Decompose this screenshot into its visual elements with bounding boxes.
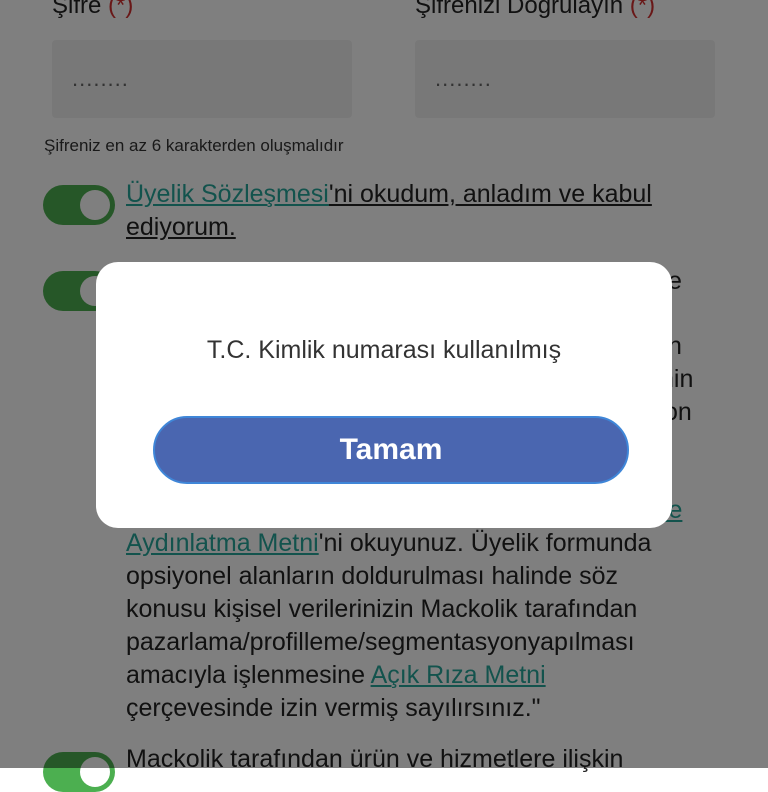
ok-button[interactable]: Tamam [153, 416, 629, 484]
alert-dialog: T.C. Kimlik numarası kullanılmış Tamam [96, 262, 672, 528]
dialog-message: T.C. Kimlik numarası kullanılmış [206, 336, 562, 364]
